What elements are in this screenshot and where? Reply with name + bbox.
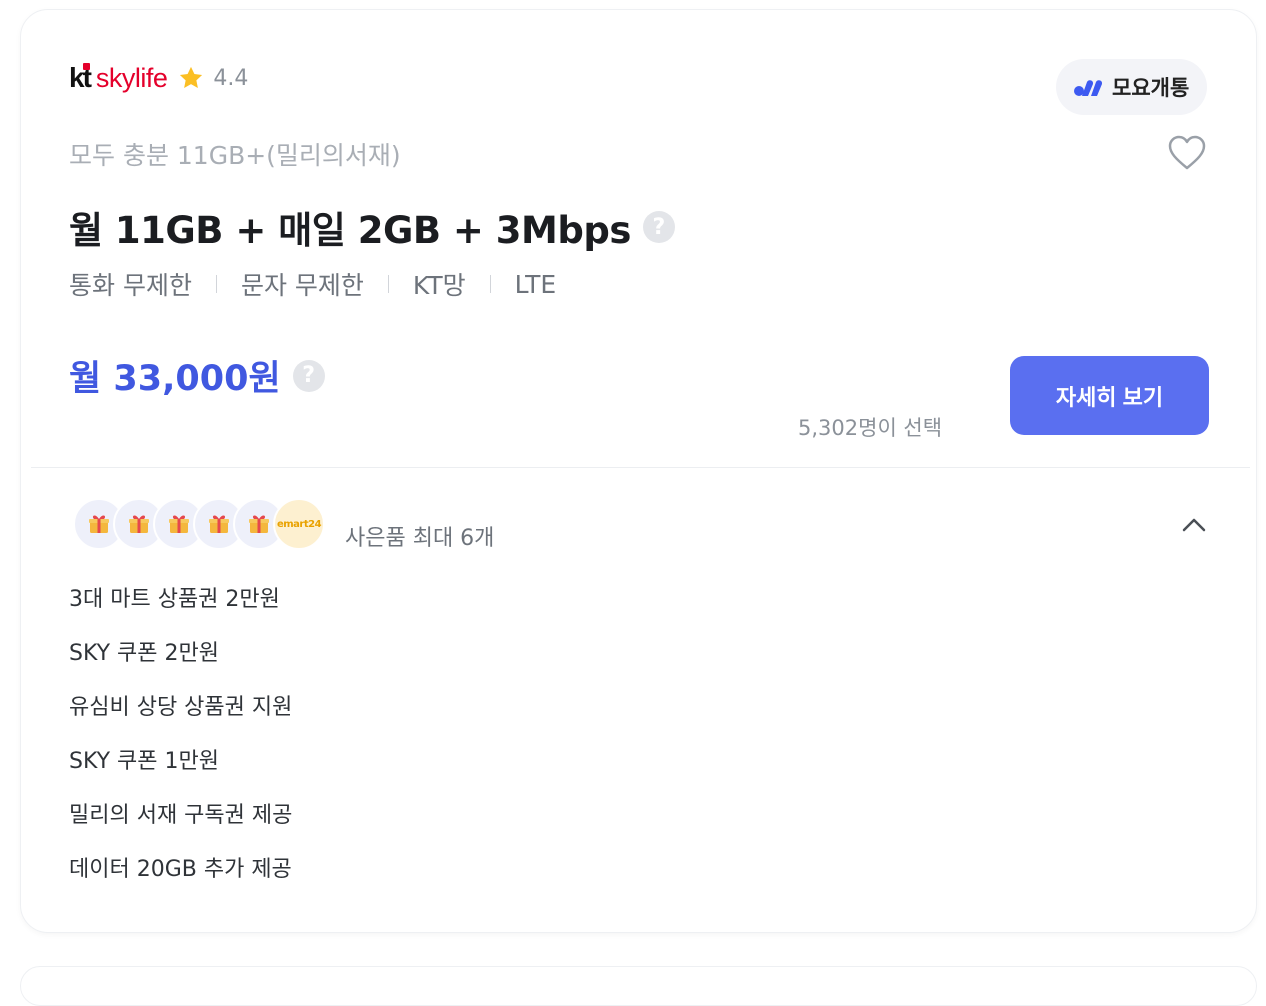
kt-logo: kt (69, 62, 92, 93)
gift-item: SKY 쿠폰 1만원 (69, 749, 219, 774)
plan-card[interactable]: kt skylife 4.4 모요개통 모두 충분 11GB+(밀리의서재) 월… (20, 9, 1257, 933)
spec-divider (215, 275, 217, 293)
spec-network: KT망 (412, 271, 466, 300)
emart24-logo: emart24 (273, 498, 325, 550)
star-icon (180, 66, 203, 89)
section-divider (31, 467, 1250, 468)
price-text: 월 33,000원 (69, 359, 281, 399)
plan-headline: 월 11GB + 매일 2GB + 3Mbps ? (69, 200, 675, 254)
mvno-badge: 모요개통 (1056, 59, 1208, 115)
gift-item: 밀리의 서재 구독권 제공 (69, 803, 293, 828)
plan-price: 월 33,000원 ? (69, 350, 325, 401)
skylife-logo: skylife (95, 62, 168, 93)
gift-item: 3대 마트 상품권 2만원 (69, 587, 280, 612)
selected-count: 5,302명이 선택 (798, 416, 943, 440)
gifts-summary: 사은품 최대 6개 (345, 526, 495, 551)
gift-item: SKY 쿠폰 2만원 (69, 641, 219, 666)
rating-value: 4.4 (213, 65, 249, 91)
spec-sms: 문자 무제한 (240, 271, 364, 300)
carrier-header: kt skylife 4.4 (69, 62, 248, 94)
spec-call: 통화 무제한 (69, 271, 192, 300)
mvno-badge-label: 모요개통 (1112, 76, 1190, 100)
headline-text: 월 11GB + 매일 2GB + 3Mbps (69, 209, 631, 252)
plan-specs: 통화 무제한 문자 무제한 KT망 LTE (69, 266, 556, 302)
moyo-logo-icon (1074, 80, 1103, 96)
view-details-button[interactable]: 자세히 보기 (1010, 356, 1209, 435)
spec-divider (489, 275, 491, 293)
heart-icon[interactable] (1167, 134, 1207, 172)
next-plan-card[interactable] (20, 966, 1257, 1006)
plan-name: 모두 충분 11GB+(밀리의서재) (69, 141, 401, 170)
question-circle-icon[interactable]: ? (292, 359, 325, 392)
spec-divider (387, 275, 389, 293)
gift-item: 유심비 상당 상품권 지원 (69, 695, 293, 720)
spec-technology: LTE (514, 269, 557, 299)
gift-item: 데이터 20GB 추가 제공 (69, 857, 292, 882)
gift-list: 3대 마트 상품권 2만원 SKY 쿠폰 2만원 유심비 상당 상품권 지원 S… (69, 585, 292, 909)
question-circle-icon[interactable]: ? (642, 211, 675, 243)
chevron-up-icon[interactable] (1179, 510, 1209, 540)
